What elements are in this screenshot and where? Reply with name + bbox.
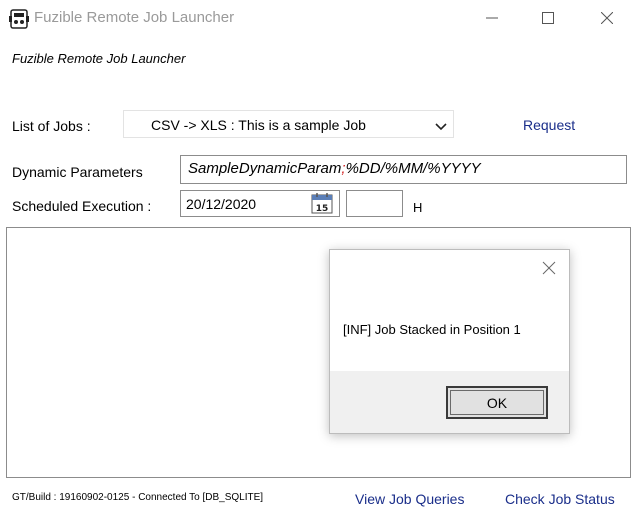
dynamic-params-input[interactable]: SampleDynamicParam;%DD/%MM/%YYYY <box>180 155 627 184</box>
close-button[interactable] <box>578 0 636 36</box>
schedule-date-picker[interactable]: 20/12/2020 15 <box>180 190 340 217</box>
maximize-button[interactable] <box>519 0 577 36</box>
app-icon <box>8 8 30 30</box>
hour-label: H <box>413 200 423 215</box>
schedule-date-value: 20/12/2020 <box>186 196 257 212</box>
jobs-label: List of Jobs : <box>12 118 91 134</box>
window-title: Fuzible Remote Job Launcher <box>34 9 235 26</box>
status-bar-text: GT/Build : 19160902-0125 - Connected To … <box>12 492 264 503</box>
title-bar: Fuzible Remote Job Launcher <box>0 0 637 36</box>
dialog-message: [INF] Job Stacked in Position 1 <box>343 322 521 337</box>
request-link[interactable]: Request <box>523 117 575 133</box>
calendar-day: 15 <box>316 204 329 214</box>
hour-input[interactable] <box>346 190 403 217</box>
view-job-queries-link[interactable]: View Job Queries <box>355 491 464 507</box>
check-job-status-link[interactable]: Check Job Status <box>505 491 615 507</box>
close-icon <box>601 12 613 24</box>
dynamic-params-value: SampleDynamicParam;%DD/%MM/%YYYY <box>188 160 481 177</box>
chevron-down-icon <box>435 119 447 135</box>
close-icon <box>542 261 556 275</box>
minimize-icon <box>486 17 498 19</box>
dynamic-param-format: %DD/%MM/%YYYY <box>345 160 481 177</box>
maximize-icon <box>542 12 554 24</box>
calendar-icon[interactable]: 15 <box>311 193 333 214</box>
minimize-button[interactable] <box>463 0 521 36</box>
schedule-label: Scheduled Execution : <box>12 198 152 214</box>
ok-button[interactable]: OK <box>446 386 548 419</box>
dynamic-params-label: Dynamic Parameters <box>12 164 143 180</box>
jobs-select[interactable]: CSV -> XLS : This is a sample Job <box>123 110 454 138</box>
page-subtitle: Fuzible Remote Job Launcher <box>12 51 186 66</box>
jobs-select-value: CSV -> XLS : This is a sample Job <box>151 117 366 133</box>
dialog-close-button[interactable] <box>541 260 557 276</box>
dialog-footer: OK <box>330 371 569 433</box>
dynamic-param-name: SampleDynamicParam <box>188 160 342 177</box>
message-dialog: [INF] Job Stacked in Position 1 OK <box>329 249 570 434</box>
